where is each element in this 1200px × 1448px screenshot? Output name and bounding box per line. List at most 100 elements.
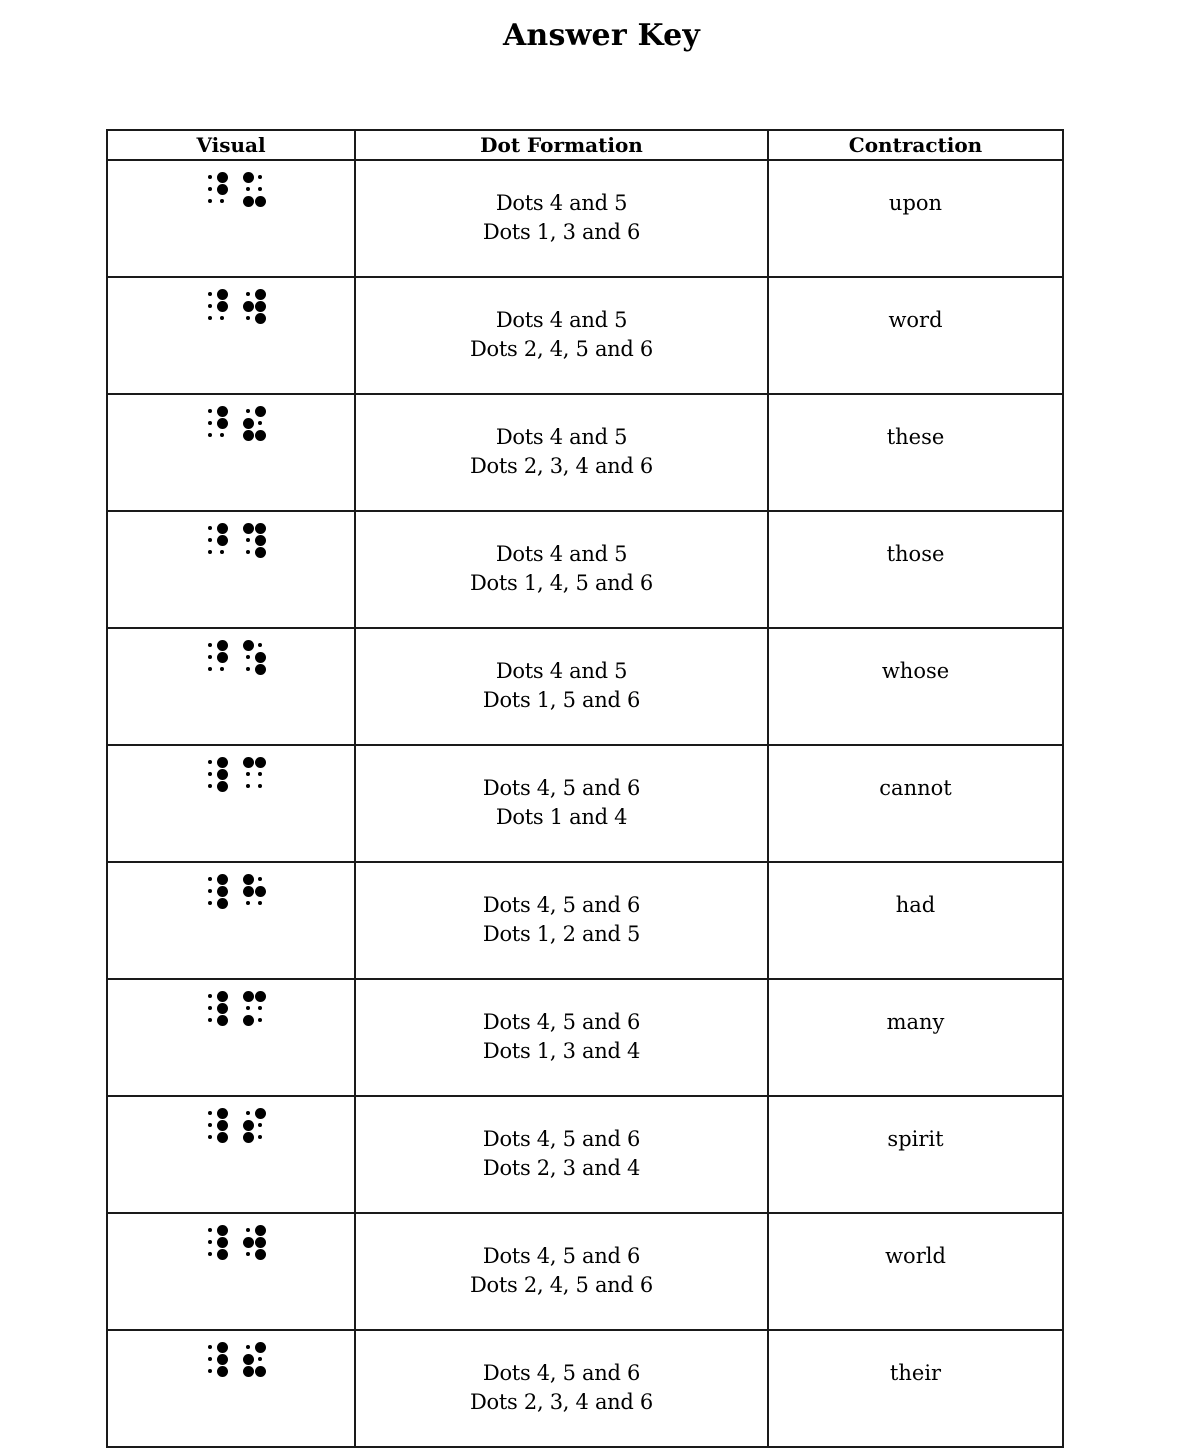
raised-dot-6 xyxy=(216,1248,228,1260)
dot-formation-line: Dots 2, 4, 5 and 6 xyxy=(470,1273,653,1297)
empty-dot-1 xyxy=(204,1107,216,1119)
contraction-cell: their xyxy=(767,1329,1064,1448)
dot-formation-cell: Dots 4 and 5 Dots 1, 4, 5 and 6 xyxy=(354,510,769,629)
empty-dot-2 xyxy=(204,300,216,312)
raised-dot-6 xyxy=(254,1365,266,1377)
braille-cell xyxy=(242,171,266,207)
raised-dot-4 xyxy=(216,756,228,768)
contraction-cell: had xyxy=(767,861,1064,980)
raised-dot-5 xyxy=(216,1353,228,1365)
raised-dot-1 xyxy=(242,171,254,183)
empty-dot-1 xyxy=(204,1341,216,1353)
dot-formation-line: Dots 4 and 5 xyxy=(495,659,628,683)
raised-dot-5 xyxy=(216,534,228,546)
raised-dot-1 xyxy=(242,756,254,768)
empty-dot-2 xyxy=(204,1119,216,1131)
dot-formation-line: Dots 2, 3 and 4 xyxy=(482,1156,641,1180)
raised-dot-6 xyxy=(216,1014,228,1026)
empty-dot-5 xyxy=(254,1119,266,1131)
raised-dot-4 xyxy=(254,405,266,417)
raised-dot-4 xyxy=(254,990,266,1002)
empty-dot-3 xyxy=(204,1131,216,1143)
empty-dot-2 xyxy=(204,417,216,429)
empty-dot-3 xyxy=(204,312,216,324)
braille-cell xyxy=(242,1224,266,1260)
raised-dot-6 xyxy=(254,429,266,441)
empty-dot-3 xyxy=(204,897,216,909)
visual-cell xyxy=(106,1095,356,1214)
empty-dot-1 xyxy=(242,405,254,417)
contraction-cell: cannot xyxy=(767,744,1064,863)
raised-dot-2 xyxy=(242,1353,254,1365)
dot-formation-cell: Dots 4, 5 and 6 Dots 2, 4, 5 and 6 xyxy=(354,1212,769,1331)
braille-cell xyxy=(204,1341,228,1377)
dot-formation-line: Dots 4, 5 and 6 xyxy=(482,1010,641,1034)
empty-dot-1 xyxy=(242,1224,254,1236)
header-contraction: Contraction xyxy=(767,129,1064,161)
empty-dot-1 xyxy=(204,756,216,768)
table-row: Dots 4 and 5 Dots 1, 3 and 6 upon xyxy=(106,159,1064,278)
raised-dot-4 xyxy=(216,288,228,300)
braille-cell xyxy=(242,1107,266,1143)
braille-symbol xyxy=(204,288,266,324)
raised-dot-3 xyxy=(242,1131,254,1143)
empty-dot-1 xyxy=(204,288,216,300)
raised-dot-4 xyxy=(216,873,228,885)
contraction-cell: upon xyxy=(767,159,1064,278)
header-visual: Visual xyxy=(106,129,356,161)
raised-dot-4 xyxy=(254,1107,266,1119)
empty-dot-2 xyxy=(204,768,216,780)
dot-formation-cell: Dots 4, 5 and 6 Dots 1, 2 and 5 xyxy=(354,861,769,980)
empty-dot-6 xyxy=(254,897,266,909)
raised-dot-5 xyxy=(254,885,266,897)
dot-formation-cell: Dots 4 and 5 Dots 2, 3, 4 and 6 xyxy=(354,393,769,512)
raised-dot-5 xyxy=(254,300,266,312)
table-row: Dots 4, 5 and 6 Dots 2, 3 and 4 spirit xyxy=(106,1095,1064,1214)
raised-dot-6 xyxy=(254,546,266,558)
dot-formation-line: Dots 1, 2 and 5 xyxy=(482,922,641,946)
contraction-cell: those xyxy=(767,510,1064,629)
dot-formation-line: Dots 2, 4, 5 and 6 xyxy=(470,337,653,361)
table-row: Dots 4, 5 and 6 Dots 2, 3, 4 and 6 their xyxy=(106,1329,1064,1448)
raised-dot-5 xyxy=(216,1236,228,1248)
raised-dot-6 xyxy=(254,663,266,675)
raised-dot-4 xyxy=(254,288,266,300)
braille-cell xyxy=(204,405,228,441)
raised-dot-4 xyxy=(254,756,266,768)
empty-dot-1 xyxy=(204,522,216,534)
header-row: Visual Dot Formation Contraction xyxy=(106,129,1064,161)
raised-dot-5 xyxy=(216,1119,228,1131)
braille-cell xyxy=(242,873,266,909)
empty-dot-1 xyxy=(242,1341,254,1353)
answer-key-table: Visual Dot Formation Contraction Dots 4 … xyxy=(106,129,1064,1448)
contraction-cell: word xyxy=(767,276,1064,395)
raised-dot-4 xyxy=(216,1341,228,1353)
raised-dot-6 xyxy=(254,195,266,207)
empty-dot-2 xyxy=(204,1002,216,1014)
braille-symbol xyxy=(204,1107,266,1143)
dot-formation-line: Dots 4 and 5 xyxy=(495,191,628,215)
visual-cell xyxy=(106,744,356,863)
empty-dot-2 xyxy=(242,183,254,195)
raised-dot-4 xyxy=(216,639,228,651)
visual-cell xyxy=(106,510,356,629)
contraction-cell: whose xyxy=(767,627,1064,746)
raised-dot-6 xyxy=(216,780,228,792)
dot-formation-line: Dots 4 and 5 xyxy=(495,425,628,449)
dot-formation-line: Dots 4, 5 and 6 xyxy=(482,1244,641,1268)
raised-dot-6 xyxy=(254,1248,266,1260)
empty-dot-2 xyxy=(204,885,216,897)
braille-symbol xyxy=(204,171,266,207)
dot-formation-cell: Dots 4, 5 and 6 Dots 1, 3 and 4 xyxy=(354,978,769,1097)
raised-dot-5 xyxy=(216,1002,228,1014)
raised-dot-4 xyxy=(254,1341,266,1353)
raised-dot-6 xyxy=(216,1131,228,1143)
braille-cell xyxy=(242,990,266,1026)
header-dot-formation: Dot Formation xyxy=(354,129,769,161)
braille-cell xyxy=(204,756,228,792)
visual-cell xyxy=(106,393,356,512)
empty-dot-3 xyxy=(204,429,216,441)
empty-dot-1 xyxy=(204,171,216,183)
empty-dot-5 xyxy=(254,1353,266,1365)
raised-dot-5 xyxy=(216,768,228,780)
